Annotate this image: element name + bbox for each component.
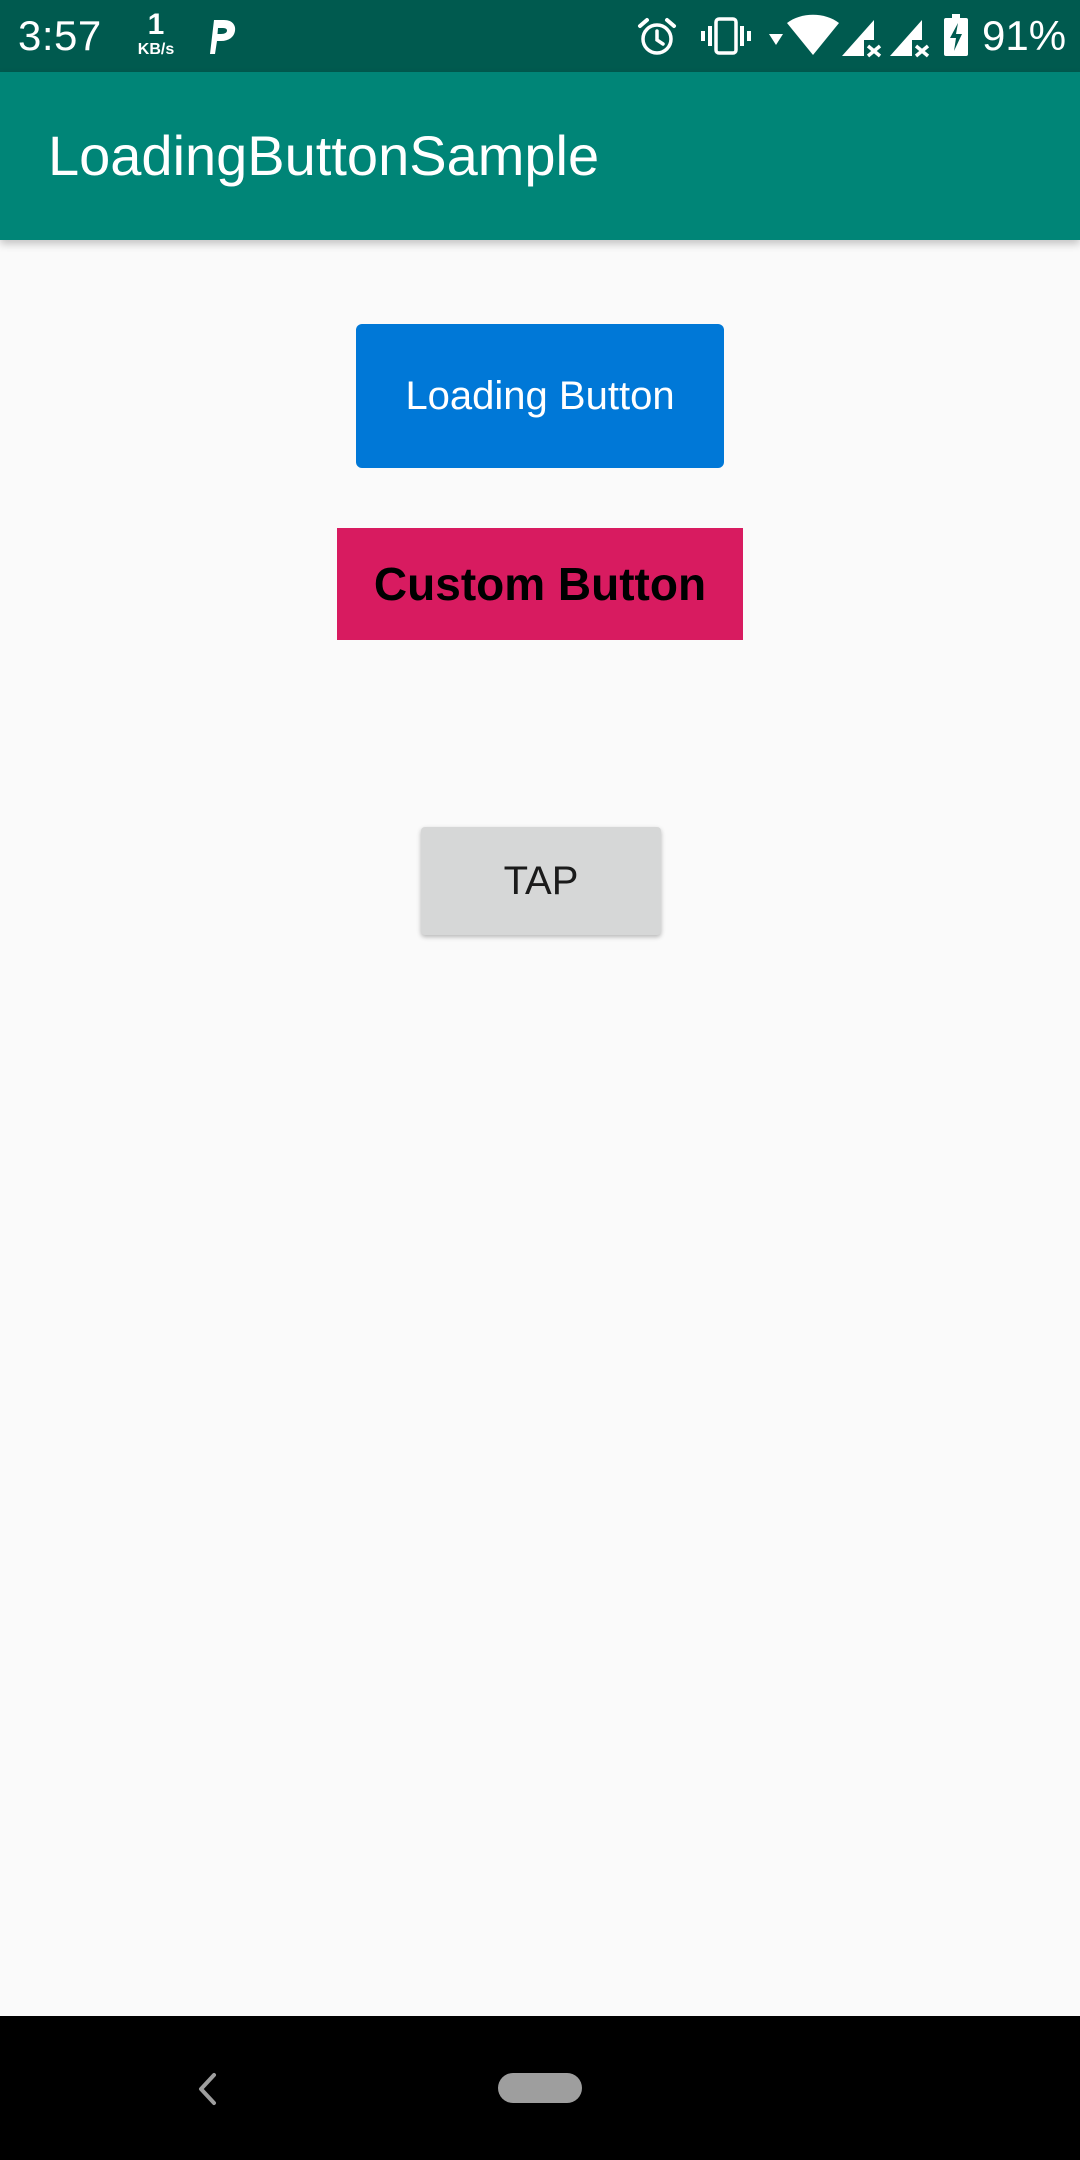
- battery-charging-icon: [944, 14, 968, 56]
- custom-button[interactable]: Custom Button: [337, 528, 743, 640]
- status-time: 3:57: [18, 12, 102, 59]
- back-icon[interactable]: [196, 2071, 218, 2107]
- app-title: LoadingButtonSample: [48, 124, 600, 187]
- signal-no-service-icon: [890, 20, 930, 58]
- status-bar: 3:57 1 KB/s 91%: [0, 0, 1080, 72]
- data-arrow-icon: [769, 34, 783, 45]
- network-speed: 1 KB/s: [128, 10, 184, 58]
- network-speed-unit: KB/s: [137, 41, 175, 58]
- battery-percent: 91%: [982, 12, 1067, 59]
- home-pill-icon[interactable]: [498, 2073, 582, 2103]
- wifi-icon: [787, 14, 839, 55]
- alarm-icon: [638, 18, 676, 55]
- network-speed-value: 1: [147, 8, 165, 41]
- loading-button[interactable]: Loading Button: [356, 324, 724, 468]
- tap-button[interactable]: TAP: [421, 827, 661, 935]
- p-app-icon: [210, 20, 236, 54]
- vibrate-icon: [701, 17, 751, 55]
- signal-no-service-icon: [842, 20, 882, 58]
- app-bar: LoadingButtonSample: [0, 72, 1080, 240]
